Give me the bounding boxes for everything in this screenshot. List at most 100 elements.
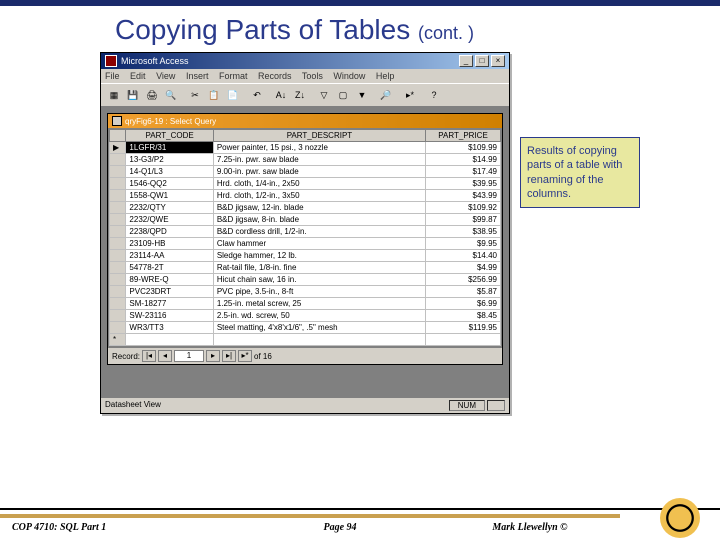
maximize-button[interactable]: □: [475, 55, 489, 67]
close-button[interactable]: ×: [491, 55, 505, 67]
table-cell[interactable]: 23114-AA: [126, 250, 213, 262]
table-row[interactable]: 2238/QPDB&D cordless drill, 1/2-in.$38.9…: [110, 226, 501, 238]
table-cell[interactable]: B&D cordless drill, 1/2-in.: [213, 226, 425, 238]
table-cell[interactable]: [110, 322, 126, 334]
toolbar-apply-filter-icon[interactable]: ▼: [353, 86, 371, 104]
menu-window[interactable]: Window: [333, 71, 365, 81]
table-cell[interactable]: 1.25-in. metal screw, 25: [213, 298, 425, 310]
nav-next-icon[interactable]: ▸: [206, 350, 220, 362]
table-cell[interactable]: $6.99: [426, 298, 501, 310]
table-row[interactable]: PVC23DRTPVC pipe, 3.5-in., 8-ft$5.87: [110, 286, 501, 298]
table-cell[interactable]: 23109-HB: [126, 238, 213, 250]
table-cell[interactable]: [110, 274, 126, 286]
table-cell[interactable]: Claw hammer: [213, 238, 425, 250]
col-part-code[interactable]: PART_CODE: [126, 130, 213, 142]
table-row[interactable]: 89-WRE-QHicut chain saw, 16 in.$256.99: [110, 274, 501, 286]
table-row[interactable]: SM-182771.25-in. metal screw, 25$6.99: [110, 298, 501, 310]
table-cell[interactable]: 1LGFR/31: [126, 142, 213, 154]
toolbar-sort-asc-icon[interactable]: A↓: [272, 86, 290, 104]
table-cell[interactable]: $9.95: [426, 238, 501, 250]
table-cell[interactable]: [110, 238, 126, 250]
toolbar-preview-icon[interactable]: 🔍: [162, 86, 180, 104]
table-row[interactable]: 2232/QWEB&D jigsaw, 8-in. blade$99.87: [110, 214, 501, 226]
table-cell[interactable]: 1546-QQ2: [126, 178, 213, 190]
toolbar-view-icon[interactable]: ▦: [105, 86, 123, 104]
menu-edit[interactable]: Edit: [130, 71, 146, 81]
table-cell[interactable]: [110, 166, 126, 178]
record-number[interactable]: 1: [174, 350, 204, 362]
table-cell[interactable]: ▶: [110, 142, 126, 154]
toolbar-cut-icon[interactable]: ✂: [186, 86, 204, 104]
table-row[interactable]: ▶1LGFR/31Power painter, 15 psi., 3 nozzl…: [110, 142, 501, 154]
table-cell[interactable]: 14-Q1/L3: [126, 166, 213, 178]
table-cell[interactable]: WR3/TT3: [126, 322, 213, 334]
table-cell[interactable]: B&D jigsaw, 12-in. blade: [213, 202, 425, 214]
menu-format[interactable]: Format: [219, 71, 248, 81]
table-cell[interactable]: $99.87: [426, 214, 501, 226]
table-cell[interactable]: 13-G3/P2: [126, 154, 213, 166]
table-cell[interactable]: $39.95: [426, 178, 501, 190]
table-cell[interactable]: $14.99: [426, 154, 501, 166]
nav-last-icon[interactable]: ▸|: [222, 350, 236, 362]
table-cell[interactable]: [110, 178, 126, 190]
toolbar-save-icon[interactable]: 💾: [124, 86, 142, 104]
menu-file[interactable]: File: [105, 71, 120, 81]
menu-tools[interactable]: Tools: [302, 71, 323, 81]
table-row[interactable]: 23109-HBClaw hammer$9.95: [110, 238, 501, 250]
table-cell[interactable]: $38.95: [426, 226, 501, 238]
toolbar-sort-desc-icon[interactable]: Z↓: [291, 86, 309, 104]
table-cell[interactable]: 1558-QW1: [126, 190, 213, 202]
toolbar-find-icon[interactable]: 🔎: [377, 86, 395, 104]
toolbar-print-icon[interactable]: 🖨: [143, 86, 161, 104]
table-cell[interactable]: [110, 310, 126, 322]
table-row[interactable]: 54778-2TRat-tail file, 1/8-in. fine$4.99: [110, 262, 501, 274]
menubar[interactable]: File Edit View Insert Format Records Too…: [101, 69, 509, 83]
toolbar-filter-form-icon[interactable]: ▢: [334, 86, 352, 104]
table-cell[interactable]: Hicut chain saw, 16 in.: [213, 274, 425, 286]
table-cell[interactable]: Sledge hammer, 12 lb.: [213, 250, 425, 262]
table-cell[interactable]: [110, 262, 126, 274]
table-cell[interactable]: PVC23DRT: [126, 286, 213, 298]
table-cell[interactable]: Rat-tail file, 1/8-in. fine: [213, 262, 425, 274]
table-cell[interactable]: SW-23116: [126, 310, 213, 322]
toolbar-new-icon[interactable]: ▸*: [401, 86, 419, 104]
table-cell[interactable]: [110, 298, 126, 310]
menu-records[interactable]: Records: [258, 71, 292, 81]
toolbar-undo-icon[interactable]: ↶: [248, 86, 266, 104]
table-cell[interactable]: $8.45: [426, 310, 501, 322]
table-row[interactable]: 1546-QQ2Hrd. cloth, 1/4-in., 2x50$39.95: [110, 178, 501, 190]
table-cell[interactable]: $17.49: [426, 166, 501, 178]
table-cell[interactable]: $14.40: [426, 250, 501, 262]
toolbar-filter-icon[interactable]: ▽: [315, 86, 333, 104]
table-cell[interactable]: [110, 190, 126, 202]
table-cell[interactable]: [110, 226, 126, 238]
table-cell[interactable]: Hrd. cloth, 1/4-in., 2x50: [213, 178, 425, 190]
table-cell[interactable]: 54778-2T: [126, 262, 213, 274]
table-row[interactable]: SW-231162.5-in. wd. screw, 50$8.45: [110, 310, 501, 322]
table-cell[interactable]: [110, 154, 126, 166]
menu-insert[interactable]: Insert: [186, 71, 209, 81]
minimize-button[interactable]: _: [459, 55, 473, 67]
table-cell[interactable]: $256.99: [426, 274, 501, 286]
table-cell[interactable]: 2232/QWE: [126, 214, 213, 226]
table-row[interactable]: 1558-QW1Hrd. cloth, 1/2-in., 3x50$43.99: [110, 190, 501, 202]
nav-prev-icon[interactable]: ◂: [158, 350, 172, 362]
nav-first-icon[interactable]: |◂: [142, 350, 156, 362]
table-cell[interactable]: 2238/QPD: [126, 226, 213, 238]
app-titlebar[interactable]: Microsoft Access _ □ ×: [101, 53, 509, 69]
datasheet-grid[interactable]: PART_CODE PART_DESCRIPT PART_PRICE ▶1LGF…: [108, 128, 502, 347]
table-cell[interactable]: 2.5-in. wd. screw, 50: [213, 310, 425, 322]
table-cell[interactable]: [110, 202, 126, 214]
table-cell[interactable]: Steel matting, 4'x8'x1/6", .5" mesh: [213, 322, 425, 334]
table-row[interactable]: 23114-AASledge hammer, 12 lb.$14.40: [110, 250, 501, 262]
table-cell[interactable]: Hrd. cloth, 1/2-in., 3x50: [213, 190, 425, 202]
col-part-descript[interactable]: PART_DESCRIPT: [213, 130, 425, 142]
table-cell[interactable]: 2232/QTY: [126, 202, 213, 214]
col-part-price[interactable]: PART_PRICE: [426, 130, 501, 142]
table-cell[interactable]: 89-WRE-Q: [126, 274, 213, 286]
table-cell[interactable]: *: [110, 334, 126, 346]
table-cell[interactable]: SM-18277: [126, 298, 213, 310]
query-titlebar[interactable]: qryFig6-19 : Select Query: [108, 114, 502, 128]
table-cell[interactable]: [213, 334, 425, 346]
table-cell[interactable]: [110, 214, 126, 226]
